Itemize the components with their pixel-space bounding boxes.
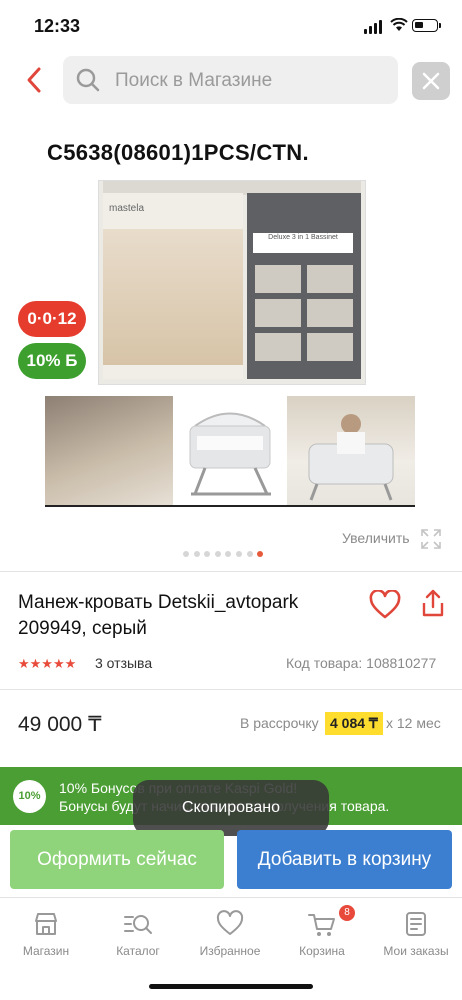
search-input[interactable] <box>113 65 387 97</box>
order-now-button[interactable]: Оформить сейчас <box>10 830 224 889</box>
pagination-dot[interactable] <box>193 551 200 557</box>
pagination-dot[interactable] <box>225 551 232 557</box>
home-indicator <box>149 984 313 989</box>
store-icon <box>35 913 57 935</box>
orders-icon <box>406 912 426 936</box>
gallery-pagination[interactable] <box>183 544 268 557</box>
cart-count-badge: 8 <box>339 905 355 921</box>
tab-label: Каталог <box>116 944 160 958</box>
installment-label: В рассрочку <box>240 715 319 731</box>
copied-toast: Скопировано <box>133 780 329 836</box>
tab-label: Корзина <box>299 944 345 958</box>
box-brand-logo: mastela <box>109 203 145 214</box>
favorite-heart-icon[interactable] <box>369 589 401 625</box>
battery-icon <box>412 19 441 32</box>
cart-icon <box>308 914 335 936</box>
bonus-badge: 10% Б <box>18 343 86 379</box>
status-time: 12:33 <box>34 16 81 36</box>
tab-orders[interactable]: Мои заказы <box>370 910 462 958</box>
product-thumbnail[interactable] <box>287 396 415 505</box>
pagination-dot[interactable] <box>183 551 189 557</box>
heart-icon <box>216 910 244 935</box>
tab-cart[interactable]: Корзина <box>276 910 368 958</box>
search-icon <box>75 67 101 93</box>
search-bar[interactable] <box>63 56 398 104</box>
image-caption: C5638(08601)1PCS/CTN. <box>47 140 309 165</box>
age-badge: 0·0·12 <box>18 301 86 337</box>
product-thumbnail[interactable] <box>45 396 173 505</box>
catalog-icon <box>124 915 152 934</box>
product-code: Код товара: 108810277 <box>286 655 437 671</box>
tab-store[interactable]: Магазин <box>0 910 92 958</box>
product-price: 49 000 ₸ <box>18 713 102 736</box>
thumbnail-strip-divider <box>45 505 415 507</box>
expand-icon[interactable] <box>420 528 442 550</box>
tab-catalog[interactable]: Каталог <box>92 910 184 958</box>
tab-label: Мои заказы <box>383 944 449 958</box>
reviews-link[interactable]: 3 отзыва <box>95 655 152 671</box>
tab-label: Магазин <box>22 944 70 958</box>
pagination-dot[interactable] <box>257 551 264 557</box>
installment-amount: 4 084 ₸ <box>325 712 383 735</box>
wifi-icon <box>390 17 408 37</box>
divider <box>0 689 462 690</box>
rating-stars: ★★★★★ <box>18 656 77 671</box>
divider <box>0 571 462 572</box>
close-icon <box>422 72 440 90</box>
box-side-heading: Deluxe 3 in 1 Bassinet <box>253 233 353 253</box>
share-icon[interactable] <box>421 588 445 623</box>
pagination-dot[interactable] <box>235 551 242 557</box>
installment-term: x 12 мес <box>386 715 441 731</box>
tab-label: Избранное <box>199 944 261 958</box>
clear-search-button[interactable] <box>412 62 450 100</box>
product-thumbnail[interactable] <box>175 396 285 505</box>
cellular-signal-icon <box>364 20 384 34</box>
zoom-label[interactable]: Увеличить <box>342 530 410 546</box>
bonus-percent-circle: 10% <box>13 780 46 813</box>
product-title: Манеж-кровать Detskii_avtopark 209949, с… <box>18 592 299 639</box>
pagination-dot[interactable] <box>214 551 221 557</box>
tab-favorites[interactable]: Избранное <box>184 910 276 958</box>
back-arrow-icon[interactable] <box>24 66 44 94</box>
pagination-dot[interactable] <box>204 551 211 557</box>
pagination-dot[interactable] <box>246 551 253 557</box>
product-main-image[interactable]: mastela Deluxe 3 in 1 Bassinet <box>98 180 366 385</box>
add-to-cart-button[interactable]: Добавить в корзину <box>237 830 452 889</box>
